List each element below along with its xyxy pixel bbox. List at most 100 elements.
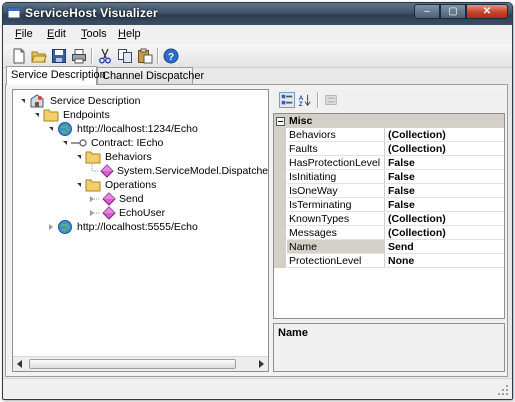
property-name: IsTerminating [287,198,385,212]
cut-icon[interactable] [97,48,113,64]
property-value[interactable]: False [386,198,504,212]
tree-node-behavior-item[interactable]: System.ServiceModel.Dispatcher [89,164,268,178]
property-value[interactable]: Send [386,240,504,254]
property-name: IsOneWay [287,184,385,198]
collapse-arrow-icon[interactable] [21,99,25,103]
property-row[interactable]: Messages (Collection) [274,226,504,240]
collapse-minus-icon[interactable] [276,117,285,126]
menu-help-label: elp [125,28,141,40]
categorized-icon[interactable] [279,92,295,108]
row-margin [274,184,286,198]
minimize-button[interactable]: ‒ [414,4,440,19]
property-row[interactable]: Name Send [274,240,504,254]
paste-icon[interactable] [137,48,153,64]
property-grid-table[interactable]: Misc Behaviors (Collection) Faults (Collect… [273,113,505,319]
tree-node-contract[interactable]: Contract: IEcho [61,136,251,150]
tree-connector-line [91,164,99,172]
tree-node-label: EchoUser [119,207,166,219]
property-description-title: Name [278,327,308,339]
property-pages-icon[interactable] [323,92,339,108]
operation-icon [102,206,116,220]
window-controls: ‒ ▢ ✕ [414,4,508,20]
tab-channel-dispatcher[interactable]: Channel Discpatcher [97,67,204,84]
app-window-icon [7,7,21,19]
property-value[interactable]: (Collection) [386,226,504,240]
print-icon[interactable] [71,48,87,64]
main-window: ServiceHost Visualizer ‒ ▢ ✕ File Edit T… [2,2,513,400]
row-margin [274,198,286,212]
collapse-arrow-icon[interactable] [49,127,53,131]
property-name: KnownTypes [287,212,385,226]
tree-node-label: Endpoints [63,109,110,121]
tree-connector-line [94,198,100,200]
property-value[interactable]: False [386,184,504,198]
menu-tools-label: ools [86,28,107,40]
folder-icon [85,179,101,192]
help-icon[interactable]: ? [163,48,179,64]
property-value[interactable]: False [386,170,504,184]
tree-node-operation-send[interactable]: Send [89,192,209,206]
property-row[interactable]: IsOneWay False [274,184,504,198]
scroll-left-arrow-icon[interactable] [17,360,22,368]
collapse-arrow-icon[interactable] [63,141,67,145]
alphabetical-icon[interactable]: AZ [297,92,313,108]
toolbar-separator [317,92,319,108]
collapse-arrow-icon[interactable] [77,183,81,187]
menu-tools[interactable]: Tools [81,28,107,40]
new-document-icon[interactable] [11,48,27,64]
tree-node-behaviors[interactable]: Behaviors [75,150,255,164]
tree-node-endpoint[interactable]: http://localhost:1234/Echo [47,122,257,136]
property-value[interactable]: (Collection) [386,212,504,226]
expand-arrow-icon[interactable] [49,224,53,230]
property-name: Faults [287,142,385,156]
maximize-button[interactable]: ▢ [440,4,466,19]
property-row[interactable]: KnownTypes (Collection) [274,212,504,226]
service-tree-view[interactable]: Service Description Endpoints http://loc… [12,89,269,372]
property-grid: AZ Misc Behaviors (Collection) Faults (Coll… [273,89,505,372]
category-row-misc[interactable]: Misc [274,114,504,128]
toolbar-separator [157,48,159,64]
folder-icon [43,109,59,122]
close-button[interactable]: ✕ [466,4,508,19]
tree-node-operations[interactable]: Operations [75,178,255,192]
copy-icon[interactable] [117,48,133,64]
property-value[interactable]: (Collection) [386,142,504,156]
row-margin [274,212,286,226]
collapse-arrow-icon[interactable] [35,113,39,117]
menu-file[interactable]: File [15,28,33,40]
property-row[interactable]: ProtectionLevel None [274,254,504,268]
property-value[interactable]: False [386,156,504,170]
property-grid-toolbar: AZ [273,89,505,111]
scrollbar-thumb[interactable] [29,359,236,369]
open-folder-icon[interactable] [31,48,47,64]
property-description-panel: Name [273,323,505,372]
row-margin [274,142,286,156]
window-title: ServiceHost Visualizer [25,6,158,20]
menu-file-access-key: F [15,28,22,40]
operation-icon [102,192,116,206]
property-row[interactable]: IsInitiating False [274,170,504,184]
menu-edit[interactable]: Edit [47,28,66,40]
property-value[interactable]: (Collection) [386,128,504,142]
category-label: Misc [289,115,313,127]
tree-node-endpoints[interactable]: Endpoints [33,108,253,122]
menu-help[interactable]: Help [118,28,141,40]
status-bar [3,378,512,399]
menu-file-label: ile [21,28,33,40]
tab-service-description[interactable]: Service Description [6,66,106,85]
horizontal-scrollbar[interactable] [13,356,268,371]
tree-node-service-description[interactable]: Service Description [19,94,259,108]
property-row[interactable]: Behaviors (Collection) [274,128,504,142]
property-value[interactable]: None [386,254,504,268]
property-row[interactable]: IsTerminating False [274,198,504,212]
property-row[interactable]: Faults (Collection) [274,142,504,156]
tree-node-endpoint[interactable]: http://localhost:5555/Echo [47,220,257,234]
collapse-arrow-icon[interactable] [77,155,81,159]
title-bar[interactable]: ServiceHost Visualizer ‒ ▢ ✕ [3,3,512,25]
property-row[interactable]: HasProtectionLevel False [274,156,504,170]
row-margin [274,156,286,170]
scroll-right-arrow-icon[interactable] [259,360,264,368]
resize-grip-icon[interactable] [497,384,509,396]
tree-node-operation-echouser[interactable]: EchoUser [89,206,209,220]
save-icon[interactable] [51,48,67,64]
